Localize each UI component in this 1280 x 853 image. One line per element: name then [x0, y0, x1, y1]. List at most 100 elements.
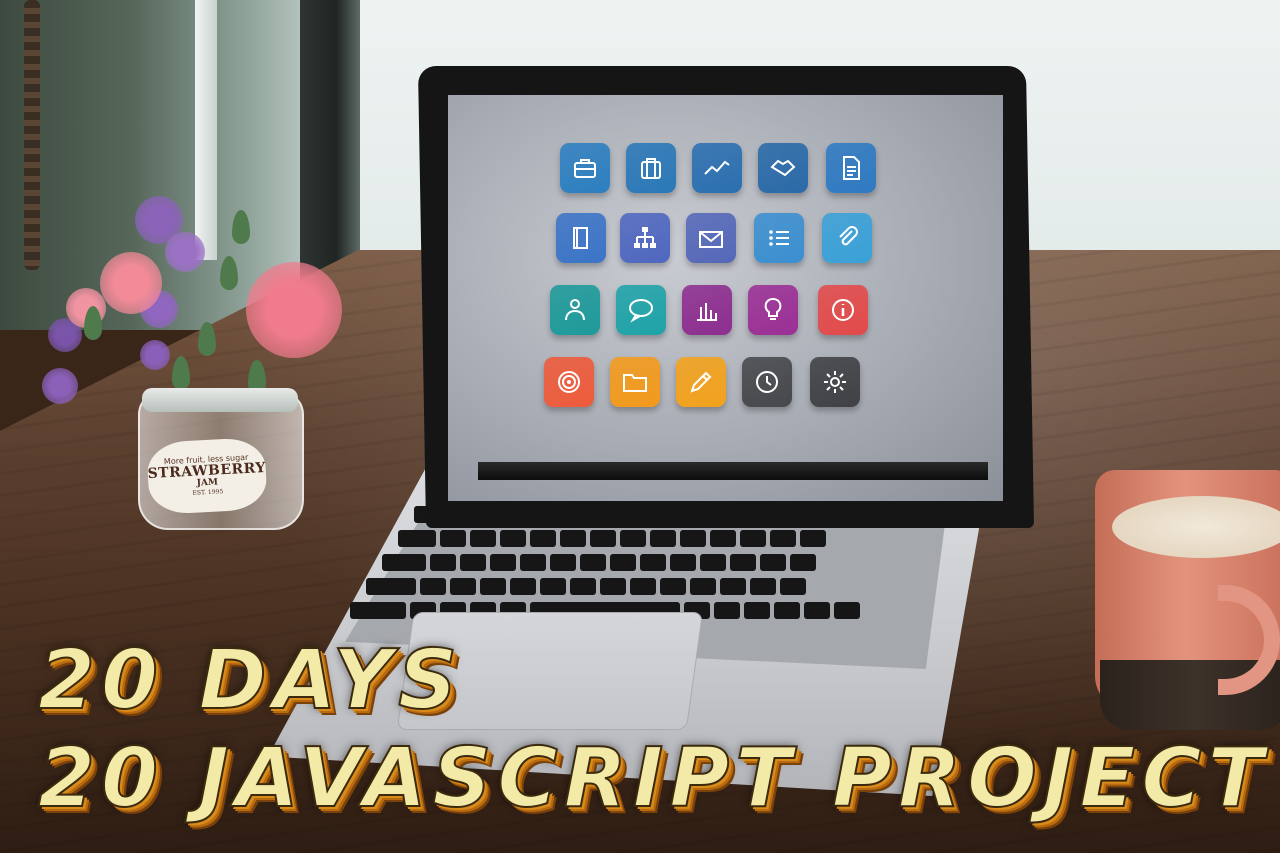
keyboard-key	[660, 578, 686, 595]
line-chart-icon	[704, 160, 730, 175]
keyboard-key	[690, 578, 716, 595]
keyboard-key	[770, 530, 796, 547]
title-line-2: 20 JAVASCRIPT PROJECT	[37, 731, 1270, 826]
keyboard-key	[590, 530, 616, 547]
keyboard-key	[480, 578, 506, 595]
gear-app-tile	[810, 357, 860, 407]
pencil-app-tile	[676, 357, 726, 407]
clock-icon	[756, 371, 778, 393]
keyboard-key	[620, 530, 646, 547]
keyboard-key	[570, 578, 596, 595]
keyboard-key	[670, 554, 696, 571]
keyboard-key	[600, 578, 626, 595]
users-icon	[565, 299, 585, 321]
keyboard-key	[714, 602, 740, 619]
keyboard-key	[744, 602, 770, 619]
flower	[165, 232, 205, 272]
keyboard-key	[740, 530, 766, 547]
keyboard-key	[540, 578, 566, 595]
keyboard-key	[560, 530, 586, 547]
target-icon	[558, 371, 580, 393]
org-chart-icon	[634, 227, 656, 248]
list-app-tile	[754, 213, 804, 263]
keyboard-key	[680, 530, 706, 547]
flower	[246, 262, 342, 358]
hanging-rope	[24, 0, 40, 270]
title-line-1: 20 DAYS	[37, 633, 464, 728]
keyboard-key	[430, 554, 456, 571]
laptop-screen	[448, 95, 1003, 501]
folder-icon	[623, 374, 647, 392]
bar-chart-icon	[697, 303, 717, 321]
keyboard-key	[420, 578, 446, 595]
handshake-app-tile	[758, 143, 808, 193]
keyboard-key	[750, 578, 776, 595]
keyboard-key	[804, 602, 830, 619]
keyboard-key	[470, 530, 496, 547]
suitcase-app-tile	[626, 143, 676, 193]
bar-chart-app-tile	[682, 285, 732, 335]
keyboard-key	[510, 578, 536, 595]
keyboard-key	[760, 554, 786, 571]
keyboard-key	[440, 530, 466, 547]
keyboard-key	[774, 602, 800, 619]
flower	[42, 368, 78, 404]
keyboard-key	[730, 554, 756, 571]
keyboard-key	[366, 578, 416, 595]
keyboard-key	[500, 530, 526, 547]
paperclip-icon	[839, 226, 858, 246]
keyboard-key	[520, 554, 546, 571]
flower	[140, 340, 170, 370]
keyboard-key	[460, 554, 486, 571]
jar-rim	[142, 388, 298, 412]
keyboard-row	[366, 578, 806, 595]
keyboard-key	[610, 554, 636, 571]
info-icon	[832, 299, 854, 321]
notebook-icon	[573, 227, 588, 249]
jar-label: More fruit, less sugar STRAWBERRY JAM ES…	[146, 436, 268, 516]
org-chart-app-tile	[620, 213, 670, 263]
keyboard-key	[720, 578, 746, 595]
folder-app-tile	[610, 357, 660, 407]
laptop-hinge	[478, 462, 988, 480]
coffee	[1112, 496, 1280, 558]
line-chart-app-tile	[692, 143, 742, 193]
keyboard-key	[650, 530, 676, 547]
keyboard-key	[630, 578, 656, 595]
keyboard-key	[450, 578, 476, 595]
info-app-tile	[818, 285, 868, 335]
keyboard-key	[398, 530, 436, 547]
keyboard-key	[382, 554, 426, 571]
flower	[100, 252, 162, 314]
chat-bubble-app-tile	[616, 285, 666, 335]
keyboard-key	[580, 554, 606, 571]
window-mullion	[195, 0, 217, 260]
keyboard-key	[530, 530, 556, 547]
document-icon	[843, 156, 860, 180]
keyboard-key	[350, 602, 406, 619]
jar-label-sub: JAM	[196, 477, 219, 489]
mail-app-tile	[686, 213, 736, 263]
notebook-app-tile	[556, 213, 606, 263]
keyboard-key	[700, 554, 726, 571]
keyboard-key	[550, 554, 576, 571]
clock-app-tile	[742, 357, 792, 407]
suitcase-icon	[641, 158, 661, 179]
users-app-tile	[550, 285, 600, 335]
keyboard-row	[382, 554, 816, 571]
keyboard-key	[640, 554, 666, 571]
lightbulb-icon	[764, 298, 782, 320]
keyboard-row	[398, 530, 826, 547]
jar-label-est: EST. 1995	[192, 488, 224, 497]
briefcase-app-tile	[560, 143, 610, 193]
mail-icon	[699, 231, 723, 248]
briefcase-icon	[574, 159, 596, 178]
chat-bubble-icon	[629, 299, 653, 323]
keyboard-key	[790, 554, 816, 571]
list-icon	[769, 230, 789, 246]
keyboard-key	[834, 602, 860, 619]
keyboard-key	[780, 578, 806, 595]
lightbulb-app-tile	[748, 285, 798, 335]
document-app-tile	[826, 143, 876, 193]
keyboard-key	[490, 554, 516, 571]
